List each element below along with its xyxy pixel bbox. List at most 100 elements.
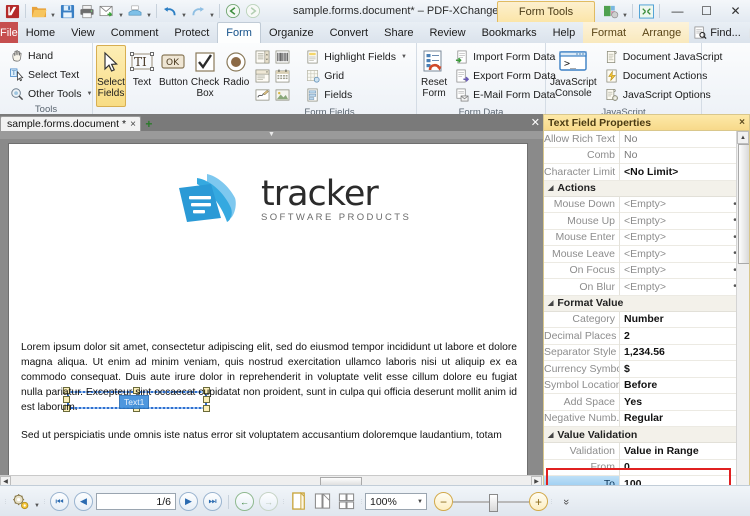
expand-status-button[interactable]: »: [555, 490, 578, 513]
property-row-allow-rich-text[interactable]: Allow Rich Text No: [544, 131, 749, 148]
property-value[interactable]: No: [620, 149, 733, 161]
grid-button[interactable]: Grid: [301, 67, 411, 86]
radio-field-button[interactable]: Radio: [221, 45, 251, 107]
theme-icon[interactable]: [601, 1, 621, 21]
tab-bookmarks[interactable]: Bookmarks: [474, 22, 545, 43]
fields-button[interactable]: Fields: [301, 86, 411, 105]
property-value[interactable]: <No Limit>: [620, 166, 733, 178]
list-box-field-button[interactable]: [252, 47, 273, 67]
property-value[interactable]: 0: [620, 461, 749, 473]
zoom-slider-thumb[interactable]: [489, 493, 498, 512]
open-icon[interactable]: [29, 1, 49, 21]
undo-icon[interactable]: [160, 1, 180, 21]
property-value[interactable]: Before: [620, 379, 749, 391]
property-row-category[interactable]: Category Number: [544, 311, 749, 328]
document-tab-close-icon[interactable]: ×: [130, 119, 136, 130]
property-row-decimal-places[interactable]: Decimal Places 2: [544, 327, 749, 345]
search-button[interactable]: Search...: [746, 25, 750, 41]
import-form-data-button[interactable]: Import Form Data: [450, 48, 560, 67]
property-value[interactable]: <Empty>: [620, 231, 731, 243]
print-icon[interactable]: [77, 1, 97, 21]
minimize-button[interactable]: —: [663, 1, 692, 22]
pdf-page[interactable]: tracker SOFTWARE PRODUCTS Text1 Lorem ip…: [8, 143, 528, 485]
first-page-button[interactable]: ⏮: [48, 490, 71, 513]
toolbar-grip-2[interactable]: ⋮: [42, 494, 47, 510]
scan-icon[interactable]: [125, 1, 145, 21]
highlight-fields-button[interactable]: Highlight Fields ▼: [301, 48, 411, 67]
other-tools-button[interactable]: Other Tools ▼: [5, 84, 96, 103]
tab-home[interactable]: Home: [18, 22, 63, 43]
property-value[interactable]: No: [620, 133, 733, 145]
page-number-input[interactable]: 1/6: [96, 493, 176, 510]
property-value[interactable]: Value in Range: [620, 445, 749, 457]
property-value[interactable]: <Empty>: [620, 264, 731, 276]
image-field-button[interactable]: [272, 85, 293, 105]
zoom-level-combobox[interactable]: 100% ▼: [365, 493, 427, 510]
previous-page-button[interactable]: ◀: [72, 490, 95, 513]
tab-comment[interactable]: Comment: [103, 22, 167, 43]
toolbar-grip-1[interactable]: ⋮: [3, 494, 8, 510]
button-field-button[interactable]: OK Button: [158, 45, 189, 107]
history-back-button[interactable]: ←: [233, 490, 256, 513]
tab-form[interactable]: Form: [217, 22, 261, 44]
zoom-slider-track[interactable]: [453, 493, 529, 512]
property-row-mouse-enter[interactable]: Mouse Enter <Empty> •••: [544, 229, 749, 246]
email-caret-icon[interactable]: ▼: [117, 0, 125, 24]
next-page-button[interactable]: ▶: [177, 490, 200, 513]
property-row-currency-symbol[interactable]: Currency Symbol $: [544, 360, 749, 378]
tab-file[interactable]: File: [0, 22, 18, 43]
property-section-value-validation[interactable]: ◢ Value Validation: [544, 427, 749, 443]
hand-tool-button[interactable]: Hand: [5, 46, 96, 65]
close-button[interactable]: ✕: [721, 1, 750, 22]
save-icon[interactable]: [57, 1, 77, 21]
other-tools-caret-icon[interactable]: ▼: [87, 91, 93, 97]
properties-scroll-up-button[interactable]: ▲: [737, 131, 749, 144]
zoom-in-button[interactable]: +: [529, 492, 548, 511]
property-value[interactable]: <Empty>: [620, 281, 731, 293]
tab-protect[interactable]: Protect: [166, 22, 217, 43]
redo-icon[interactable]: [188, 1, 208, 21]
property-row-negative-number[interactable]: Negative Numb.. Regular: [544, 410, 749, 427]
zoom-slider-control[interactable]: − +: [434, 492, 548, 512]
app-logo-icon[interactable]: [2, 1, 22, 21]
property-section-format-value[interactable]: ◢ Format Value: [544, 295, 749, 312]
tab-review[interactable]: Review: [421, 22, 473, 43]
property-row-on-blur[interactable]: On Blur <Empty> •••: [544, 278, 749, 296]
document-tab[interactable]: sample.forms.document * ×: [0, 116, 141, 131]
document-split-bar[interactable]: ▼: [0, 131, 543, 139]
find-button[interactable]: Find...: [689, 25, 744, 41]
settings-caret-icon[interactable]: ▼: [33, 489, 41, 514]
reset-form-button[interactable]: Reset Form: [420, 45, 448, 107]
tab-format[interactable]: Format: [583, 22, 635, 43]
tab-organize[interactable]: Organize: [261, 22, 322, 43]
property-row-symbol-location[interactable]: Symbol Location Before: [544, 377, 749, 394]
toolbar-grip-4[interactable]: ⋮: [359, 494, 364, 510]
highlight-fields-caret-icon[interactable]: ▼: [401, 54, 407, 60]
text-field-button[interactable]: TI Text: [127, 45, 157, 107]
close-document-button[interactable]: ✕: [531, 116, 540, 129]
select-text-tool-button[interactable]: T Select Text: [5, 65, 96, 84]
scan-caret-icon[interactable]: ▼: [145, 0, 153, 24]
property-section-actions[interactable]: ◢ Actions: [544, 180, 749, 197]
property-row-from[interactable]: From 0: [544, 459, 749, 476]
tab-share[interactable]: Share: [376, 22, 421, 43]
property-row-mouse-leave[interactable]: Mouse Leave <Empty> •••: [544, 245, 749, 263]
maximize-button[interactable]: ☐: [692, 1, 721, 22]
property-row-on-focus[interactable]: On Focus <Empty> •••: [544, 262, 749, 279]
properties-panel-close-icon[interactable]: ×: [739, 117, 745, 128]
tab-view[interactable]: View: [63, 22, 103, 43]
four-page-view-button[interactable]: [335, 490, 358, 513]
property-row-validation[interactable]: Validation Value in Range: [544, 442, 749, 460]
redo-caret-icon[interactable]: ▼: [208, 0, 216, 24]
toolbar-grip-3[interactable]: ⋮: [281, 494, 286, 510]
property-value[interactable]: Regular: [620, 412, 749, 424]
fullscreen-icon[interactable]: [636, 1, 656, 21]
undo-caret-icon[interactable]: ▼: [180, 0, 188, 24]
property-row-add-space[interactable]: Add Space Yes: [544, 393, 749, 411]
forward-icon[interactable]: [243, 1, 263, 21]
property-row-character-limit[interactable]: Character Limit <No Limit>: [544, 163, 749, 181]
two-page-view-button[interactable]: [311, 490, 334, 513]
toolbar-grip-5[interactable]: ⋮: [549, 494, 554, 510]
settings-button[interactable]: [9, 490, 32, 513]
property-row-mouse-up[interactable]: Mouse Up <Empty> •••: [544, 212, 749, 230]
